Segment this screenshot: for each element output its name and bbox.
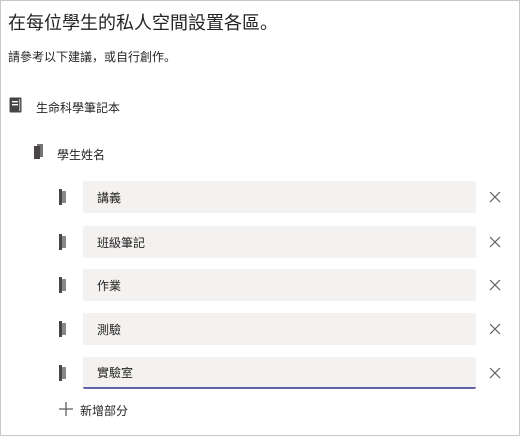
section-group-name: 學生姓名	[57, 147, 106, 162]
plus-icon	[59, 401, 73, 420]
close-icon[interactable]	[486, 364, 504, 382]
section-row	[1, 357, 520, 389]
add-section-button[interactable]: 新增部分	[59, 400, 128, 420]
dialog-panel: 在每位學生的私人空間設置各區。 請參考以下建議，或自行創作。 生命科學筆記本 學…	[0, 0, 520, 436]
notebook-icon	[9, 97, 22, 117]
page-title: 在每位學生的私人空間設置各區。	[8, 13, 278, 34]
section-name-input[interactable]	[83, 313, 476, 345]
section-name-input[interactable]	[83, 181, 476, 213]
page-subtitle: 請參考以下建議，或自行創作。	[8, 50, 177, 64]
section-icon	[59, 277, 67, 297]
section-row	[1, 313, 520, 345]
close-icon[interactable]	[486, 320, 504, 338]
close-icon[interactable]	[486, 276, 504, 294]
section-group-row: 學生姓名	[34, 144, 105, 164]
add-section-label: 新增部分	[80, 403, 129, 418]
section-icon	[59, 365, 67, 385]
close-icon[interactable]	[486, 233, 504, 251]
section-row	[1, 181, 520, 213]
section-row	[1, 226, 520, 258]
section-name-input[interactable]	[83, 269, 476, 301]
notebook-name: 生命科學筆記本	[36, 100, 121, 115]
section-name-input[interactable]	[83, 226, 476, 258]
section-row	[1, 269, 520, 301]
notebook-row: 生命科學筆記本	[9, 97, 120, 117]
section-icon	[59, 234, 67, 254]
section-icon	[59, 321, 67, 341]
section-group-icon	[34, 144, 44, 164]
section-name-input-focused[interactable]	[83, 357, 476, 389]
close-icon[interactable]	[486, 188, 504, 206]
section-icon	[59, 189, 67, 209]
